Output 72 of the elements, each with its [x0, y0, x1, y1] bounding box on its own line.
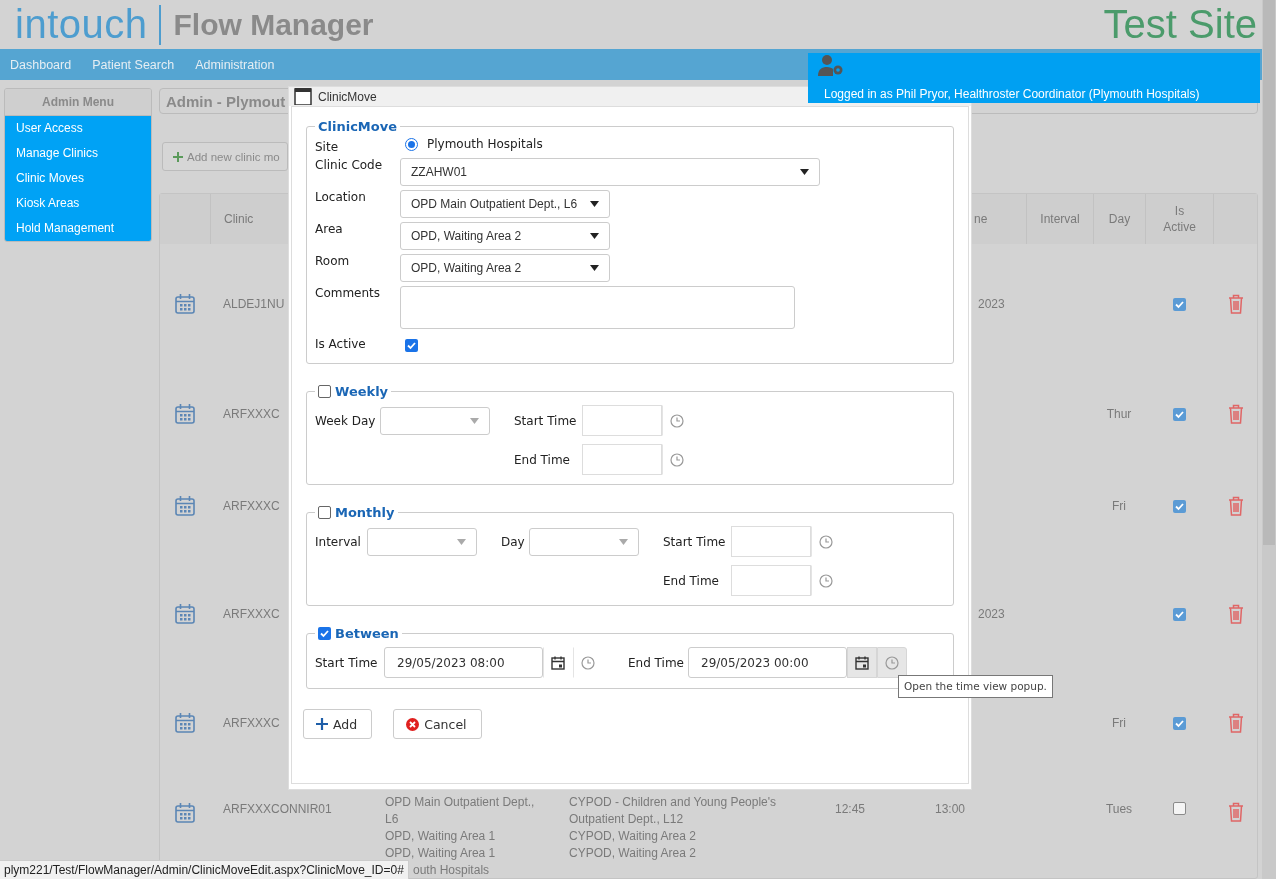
dropdown[interactable]: OPD, Waiting Area 2 [400, 254, 610, 282]
logo: intouch [15, 2, 148, 47]
table-cell-text: CYPOD, Waiting Area 2 [569, 845, 697, 862]
status-bar: plym221/Test/FlowManager/Admin/ClinicMoveEdit.aspx?ClinicMove_ID=0# [0, 860, 409, 879]
field-label: Site [315, 140, 340, 154]
menu-item[interactable]: Clinic Moves [5, 166, 151, 191]
section-title: Monthly [335, 505, 395, 520]
dropdown[interactable]: ZZAHW01 [400, 158, 820, 186]
section-title: Between [335, 626, 399, 641]
table-cell-text: OPD, Waiting Area 1 [385, 845, 497, 862]
table-cell-text: OPD Main Outpatient Dept., L6 [385, 794, 536, 828]
field-label: Week Day [315, 413, 377, 428]
menu-item[interactable]: Kiosk Areas [5, 191, 151, 216]
field-label: Area [315, 222, 344, 236]
add-button[interactable]: Add [303, 709, 373, 739]
nav-link[interactable]: Patient Search [92, 57, 175, 72]
user-info: Logged in as Phil Pryor, Healthroster Coordinator (Plymouth Hospitals) [824, 87, 1201, 101]
date-time-field[interactable]: 29/05/2023 00:00 [688, 647, 847, 678]
table-cell: 13:00 [935, 802, 966, 816]
section-title: Weekly [335, 384, 389, 399]
table-cell-text: CYPOD, Waiting Area 2 [569, 828, 697, 845]
table-cell: ARFXXXC [223, 407, 280, 421]
field-label: End Time [628, 655, 685, 670]
column-header: Interval [1040, 212, 1080, 226]
date-time-field[interactable]: 29/05/2023 08:00 [384, 647, 543, 678]
section-title: ClinicMove [318, 119, 398, 134]
dialog-title: ClinicMove [318, 89, 377, 104]
tooltip: Open the time view popup. [898, 675, 1053, 698]
column-header: Is Active [1162, 203, 1197, 235]
table-cell: Thur [1106, 407, 1132, 421]
table-cell: ARFXXXC [223, 499, 280, 513]
field-label: End Time [514, 452, 571, 467]
column-header: Day [1108, 212, 1131, 226]
menu-item[interactable]: Manage Clinics [5, 141, 151, 166]
field-label: Room [315, 254, 351, 268]
nav-link[interactable]: Administration [195, 57, 275, 72]
field-label: Is Active [315, 337, 367, 351]
column-header: Clinic [224, 212, 254, 226]
column-header: ne [974, 212, 988, 226]
menu-item[interactable]: Hold Management [5, 216, 151, 241]
table-cell: Tues [1105, 802, 1133, 816]
table-cell: 2023 [978, 607, 1005, 621]
menu-item[interactable]: User Access [5, 116, 151, 141]
table-cell-text: CYPOD - Children and Young People's Outpatient Dept., L12 [569, 794, 778, 828]
nav-link[interactable]: Dashboard [10, 57, 72, 72]
table-cell-text: outh Hospitals [413, 862, 491, 879]
table-cell: Fri [1112, 499, 1126, 513]
site-label: Test Site [1103, 2, 1257, 47]
cancel-button[interactable]: Cancel [393, 709, 482, 739]
dropdown[interactable]: OPD Main Outpatient Dept., L6 [400, 190, 610, 218]
field-label: Start Time [514, 413, 578, 428]
radio-label: Plymouth Hospitals [427, 137, 543, 151]
table-cell: ARFXXXCONNIR01 [223, 802, 332, 816]
dropdown[interactable]: OPD, Waiting Area 2 [400, 222, 610, 250]
field-label: Clinic Code [315, 158, 384, 172]
product-name: Flow Manager [173, 7, 374, 42]
field-label: Location [315, 190, 367, 204]
table-cell: ARFXXXC [223, 607, 280, 621]
table-cell: Fri [1112, 716, 1126, 730]
table-cell: 12:45 [835, 802, 865, 816]
table-cell-text: OPD, Waiting Area 1 [385, 828, 497, 845]
table-cell: ALDEJ1NU [223, 297, 285, 311]
field-label: Day [501, 534, 526, 549]
field-label: End Time [663, 573, 720, 588]
field-label: Interval [315, 534, 362, 549]
field-label: Start Time [315, 655, 379, 670]
table-cell: ARFXXXC [223, 716, 280, 730]
table-cell: 2023 [978, 297, 1005, 311]
add-button[interactable]: Add new clinic mo [162, 142, 288, 171]
menu-title: Admin Menu [5, 89, 151, 116]
field-label: Start Time [663, 534, 727, 549]
field-label: Comments [315, 286, 382, 300]
